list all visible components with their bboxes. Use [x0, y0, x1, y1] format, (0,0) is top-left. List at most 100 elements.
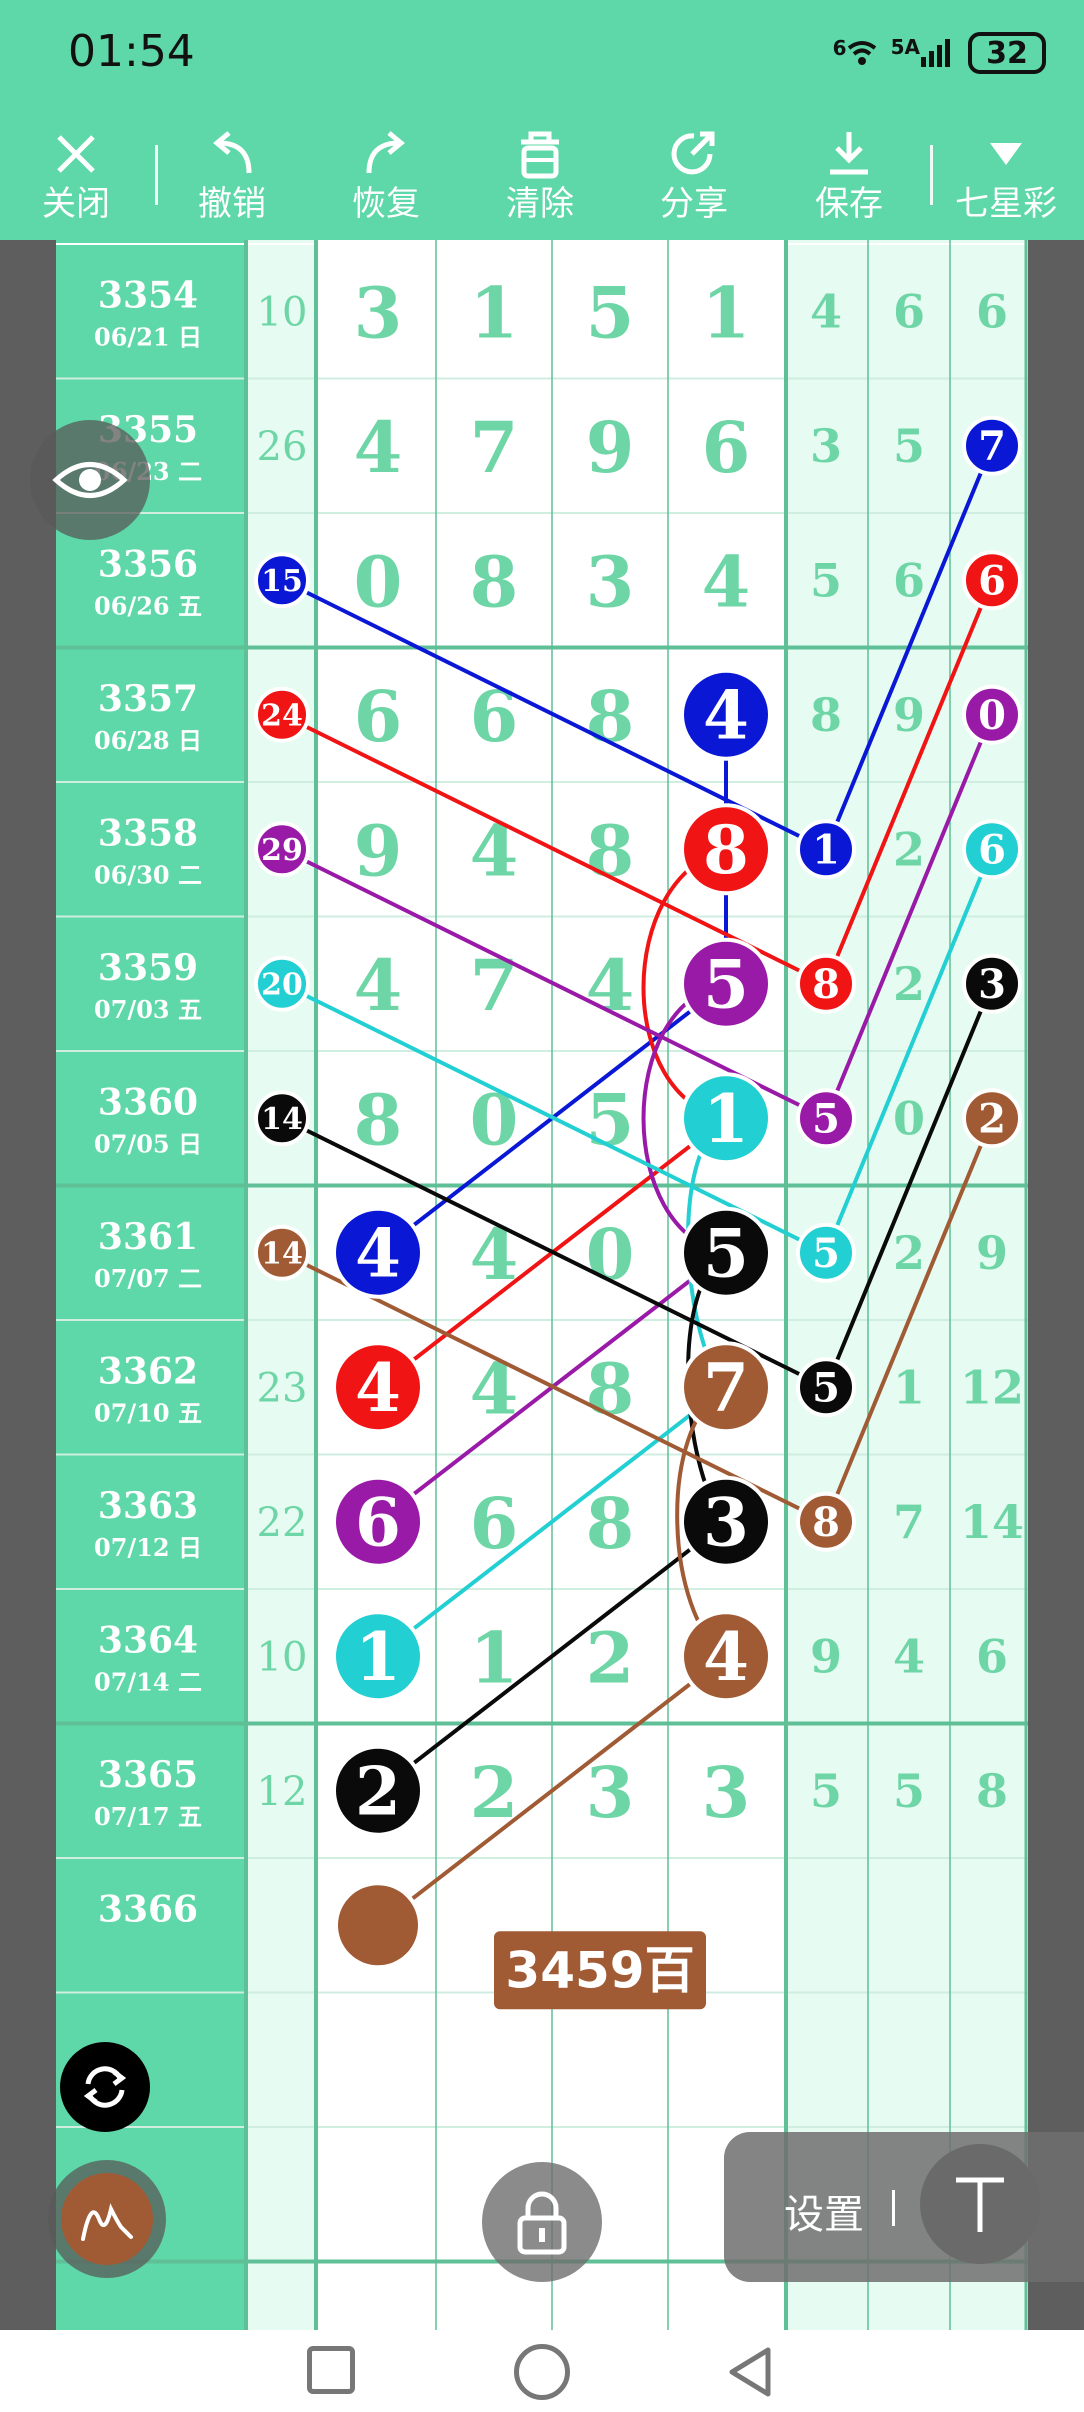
- extra-digit-cell: 6: [893, 284, 925, 338]
- digit-marker-black-text: 5: [703, 1215, 749, 1293]
- sum-value: 10: [257, 289, 308, 335]
- lock-button[interactable]: [482, 2162, 602, 2282]
- issue-number: 3361: [98, 1216, 198, 1258]
- pen-icon: [81, 2203, 133, 2241]
- extra-digit-cell: 3: [810, 419, 842, 473]
- issue-number: 3363: [98, 1485, 198, 1527]
- issue-number: 3365: [98, 1754, 198, 1796]
- extra1-marker-black-text: 5: [812, 1365, 840, 1412]
- toolbar-clear-button[interactable]: 清除: [480, 124, 600, 224]
- eye-toggle-button[interactable]: [30, 420, 150, 540]
- toolbar-save-button[interactable]: 保存: [789, 124, 909, 224]
- battery-icon: 32: [968, 32, 1046, 74]
- digit-marker-cyan-text: 1: [703, 1080, 749, 1158]
- issue-date: 07/03 五: [94, 995, 202, 1024]
- trend-chart-canvas[interactable]: 335406/21 日103151466335506/23 二264796357…: [56, 240, 1028, 2330]
- refresh-button[interactable]: [60, 2042, 150, 2132]
- system-nav-bar: [0, 2330, 1084, 2412]
- status-bar: 01:54 6 5A 32: [0, 0, 1084, 110]
- home-button[interactable]: [514, 2344, 570, 2400]
- issue-number: 3357: [98, 678, 198, 720]
- issue-number: 3366: [98, 1888, 198, 1930]
- extra3-marker-purple-text: 0: [978, 692, 1006, 739]
- extra-digit-cell: 2: [893, 822, 925, 876]
- extra3-marker-blue-text: 7: [978, 423, 1006, 470]
- annotation-label[interactable]: 3459百: [494, 1931, 706, 2010]
- digit-cell: 0: [586, 1213, 635, 1296]
- digit-cell: 3: [586, 540, 635, 623]
- digit-cell: 8: [354, 1078, 403, 1161]
- sum-marker-black-text: 14: [261, 1102, 303, 1137]
- digit-cell: 7: [470, 406, 519, 489]
- recents-button[interactable]: [307, 2346, 355, 2394]
- toolbar-close-button[interactable]: 关闭: [16, 124, 136, 224]
- digit-marker-black-text: 3: [703, 1484, 749, 1562]
- sum-marker-blue: 15: [254, 552, 310, 609]
- digit-marker-red-text: 4: [355, 1349, 401, 1427]
- text-tool-button[interactable]: [920, 2144, 1040, 2264]
- settings-label[interactable]: 设置: [784, 2182, 864, 2240]
- extra3-marker-black-text: 3: [978, 961, 1006, 1008]
- digit-cell: 8: [470, 540, 519, 623]
- digit-marker-black-text: 2: [355, 1753, 401, 1831]
- digit-cell: 5: [586, 1078, 635, 1161]
- digit-marker-purple-text: 6: [355, 1484, 401, 1562]
- issue-date: 07/07 二: [94, 1264, 202, 1293]
- toolbar-label: 保存: [815, 184, 883, 224]
- toolbar-share-button[interactable]: 分享: [634, 124, 754, 224]
- digit-marker-purple: 5: [680, 937, 772, 1030]
- digit-cell: 9: [586, 406, 635, 489]
- sum-value: 10: [257, 1634, 308, 1680]
- digit-cell: 8: [586, 1482, 635, 1565]
- extra3-marker-purple: 0: [962, 684, 1022, 745]
- clear-icon: [480, 124, 600, 184]
- signal-icon: 5A: [891, 37, 954, 69]
- toolbar-caret-down-button[interactable]: 七星彩: [946, 124, 1066, 224]
- sum-marker-cyan: 20: [254, 955, 310, 1012]
- extra-digit-cell: 8: [810, 688, 842, 742]
- wifi-icon: 6: [833, 38, 877, 68]
- digit-marker-cyan: 1: [680, 1072, 772, 1165]
- digit-cell: 3: [702, 1751, 751, 1834]
- digit-marker-brown-text: 4: [703, 1618, 749, 1696]
- redo-icon: [326, 124, 446, 184]
- digit-marker-brown: 4: [680, 1610, 772, 1703]
- extra-digit-cell: 2: [893, 1226, 925, 1280]
- status-icons: 6 5A 32: [833, 30, 1046, 76]
- toolbar-label: 清除: [506, 184, 574, 224]
- extra-digit-cell: 0: [893, 1091, 925, 1145]
- extra-digit-cell: 5: [893, 419, 925, 473]
- extra-digit-cell: 9: [810, 1629, 842, 1683]
- sum-marker-cyan-text: 20: [261, 968, 303, 1003]
- extra1-marker-cyan-text: 5: [812, 1230, 840, 1277]
- extra-digit-cell: 2: [893, 957, 925, 1011]
- sum-value: 26: [257, 424, 308, 470]
- toolbar-label: 恢复: [352, 184, 420, 224]
- back-button[interactable]: [722, 2344, 778, 2400]
- extra3-marker-black: 3: [962, 953, 1022, 1014]
- extra-digit-cell: 5: [810, 1764, 842, 1818]
- digit-cell: 3: [586, 1751, 635, 1834]
- extra3-marker-brown: 2: [962, 1088, 1022, 1149]
- issue-date: 07/10 五: [94, 1398, 202, 1427]
- extra-digit-cell: 4: [893, 1629, 925, 1683]
- issue-number: 3358: [98, 812, 198, 854]
- extra-digit-cell: 12: [960, 1360, 1024, 1414]
- extra1-marker-red-text: 8: [812, 961, 840, 1008]
- issue-number: 3360: [98, 1081, 198, 1123]
- pen-color-button[interactable]: [48, 2160, 166, 2278]
- lock-icon: [517, 2191, 567, 2255]
- settings-panel[interactable]: 设置: [724, 2132, 1084, 2282]
- extra3-marker-blue: 7: [962, 415, 1022, 476]
- extra3-marker-red: 6: [962, 550, 1022, 611]
- digit-cell: 5: [586, 271, 635, 354]
- toolbar-redo-button[interactable]: 恢复: [326, 124, 446, 224]
- caret-down-icon: [946, 124, 1066, 184]
- sum-marker-blue-text: 15: [261, 564, 303, 599]
- digit-cell: 1: [470, 271, 519, 354]
- digit-cell: 9: [354, 809, 403, 892]
- trend-chart[interactable]: 335406/21 日103151466335506/23 二264796357…: [56, 240, 1028, 2330]
- toolbar-undo-button[interactable]: 撤销: [172, 124, 292, 224]
- digit-cell: 6: [702, 406, 751, 489]
- toolbar-label: 关闭: [42, 184, 110, 224]
